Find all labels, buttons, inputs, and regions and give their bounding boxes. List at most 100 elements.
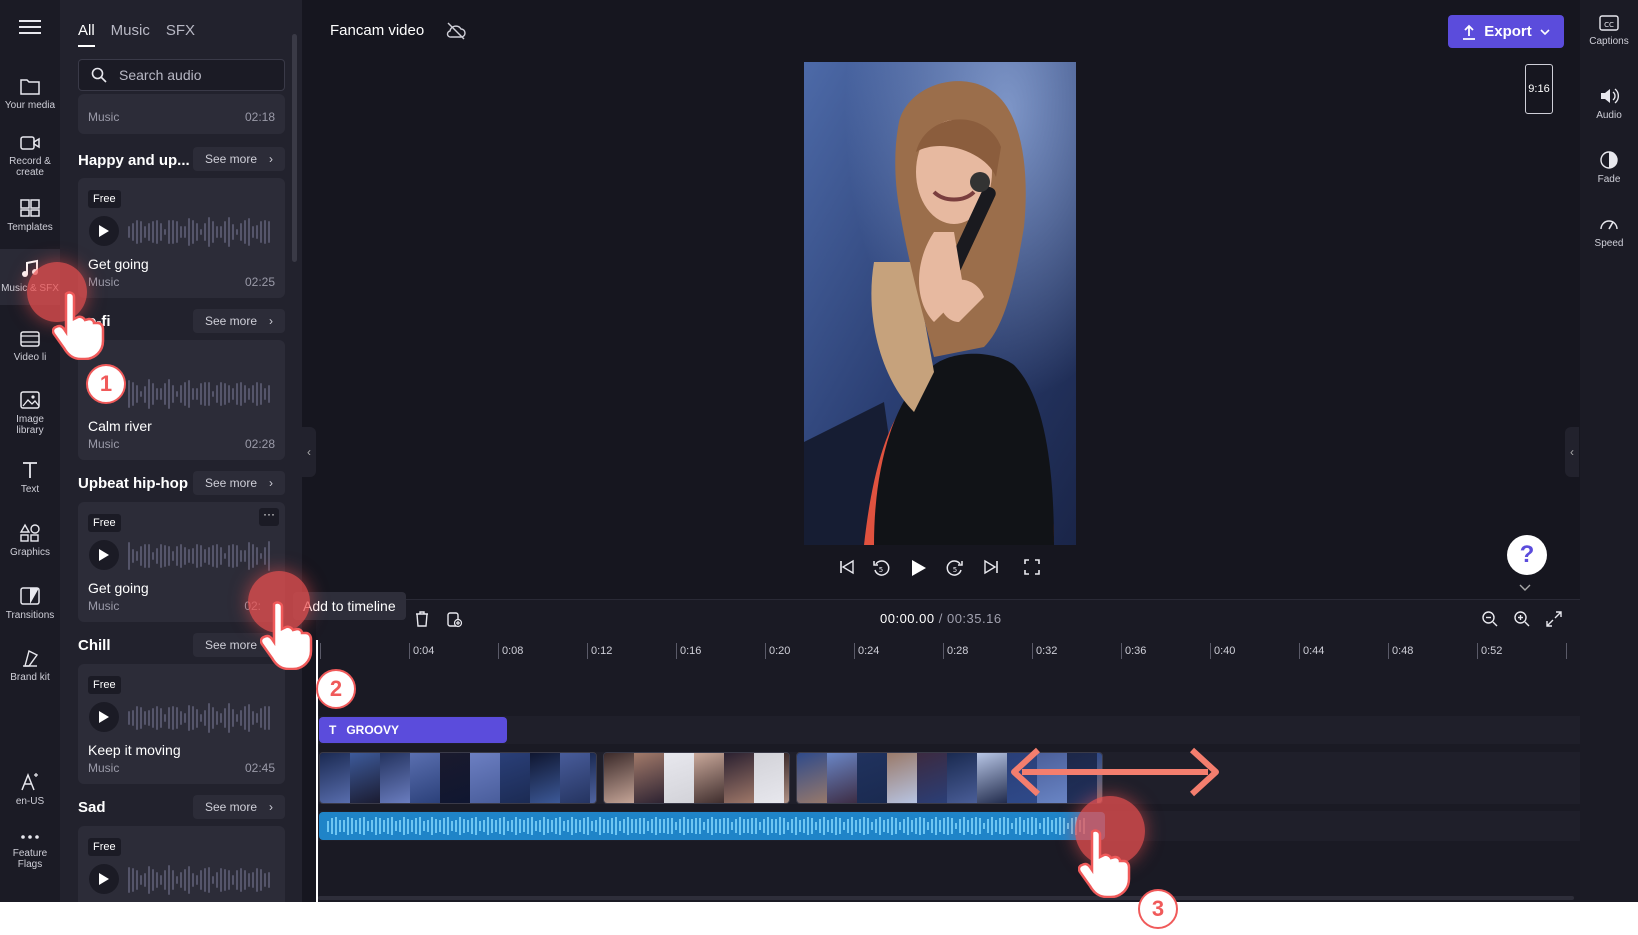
audio-waveform-bar	[887, 818, 889, 834]
forward-5-icon[interactable]: 5	[945, 558, 965, 578]
play-button[interactable]	[89, 216, 119, 246]
svg-text:CC: CC	[1604, 21, 1614, 29]
fullscreen-icon[interactable]	[1023, 558, 1041, 576]
waveform-bar	[200, 383, 202, 405]
see-more-button[interactable]: See more ›	[193, 147, 285, 171]
help-button[interactable]: ?	[1507, 535, 1547, 575]
rail-item-image-library[interactable]: Image library	[0, 390, 60, 436]
audio-waveform-bar	[575, 818, 577, 834]
rail-item-record[interactable]: Record & create	[0, 134, 60, 178]
audio-waveform-bar	[627, 817, 629, 835]
aspect-ratio-button[interactable]: 9:16	[1525, 64, 1553, 114]
rr-item-fade[interactable]: Fade	[1580, 150, 1638, 185]
timeline-scrollbar[interactable]	[318, 896, 1574, 900]
audio-waveform-bar	[883, 819, 885, 833]
audio-waveform-bar	[971, 818, 973, 834]
chevron-down-icon[interactable]	[1518, 584, 1532, 592]
waveform-bar	[248, 542, 250, 570]
waveform-bar	[160, 544, 162, 568]
text-clip[interactable]: T GROOVY	[319, 717, 507, 743]
waveform-bar	[232, 223, 234, 241]
duplicate-icon[interactable]	[445, 610, 463, 628]
see-more-button[interactable]: See more ›	[193, 309, 285, 333]
rail-item-language[interactable]: en-US	[0, 772, 60, 807]
see-more-button[interactable]: See more ›	[193, 471, 285, 495]
audio-waveform-bar	[955, 822, 957, 830]
video-thumbnail	[917, 753, 947, 803]
play-button[interactable]	[89, 540, 119, 570]
see-more-label: See more	[205, 800, 258, 814]
video-preview[interactable]	[804, 62, 1076, 545]
play-button[interactable]	[89, 864, 119, 894]
rail-item-templates[interactable]: Templates	[0, 198, 60, 233]
waveform-bar	[188, 865, 190, 895]
video-clip[interactable]	[603, 752, 790, 804]
video-thumbnail	[694, 753, 724, 803]
track-card[interactable]: Free	[78, 826, 285, 902]
audio-clip[interactable]	[319, 812, 1105, 840]
waveform-bar	[212, 706, 214, 730]
search-input[interactable]	[119, 67, 269, 83]
rail-item-your-media[interactable]: Your media	[0, 76, 60, 111]
audio-waveform-bar	[647, 821, 649, 831]
audio-waveform-bar	[1035, 818, 1037, 834]
zoom-out-icon[interactable]	[1481, 610, 1499, 628]
rr-item-captions[interactable]: CC Captions	[1580, 14, 1638, 47]
collapse-panel-button[interactable]: ‹	[302, 427, 316, 477]
brand-icon	[23, 649, 39, 667]
skip-back-icon[interactable]	[838, 558, 856, 576]
track-card[interactable]: Free Keep it moving Music 02:45	[78, 664, 285, 784]
rail-item-feature-flags[interactable]: Feature Flags	[0, 830, 60, 870]
search-box[interactable]	[78, 59, 285, 91]
video-clip[interactable]	[319, 752, 597, 804]
rr-item-speed[interactable]: Speed	[1580, 214, 1638, 249]
skip-forward-icon[interactable]	[982, 558, 1000, 576]
audio-waveform-bar	[699, 817, 701, 835]
tab-sfx[interactable]: SFX	[166, 22, 195, 47]
rail-item-text[interactable]: Text	[0, 460, 60, 495]
delete-icon[interactable]	[413, 610, 431, 628]
panel-scrollbar[interactable]	[292, 34, 297, 262]
zoom-in-icon[interactable]	[1513, 610, 1531, 628]
project-name[interactable]: Fancam video	[330, 22, 424, 39]
audio-waveform-bar	[339, 820, 341, 832]
menu-button[interactable]	[0, 18, 60, 40]
rail-item-graphics[interactable]: Graphics	[0, 523, 60, 558]
track-title: Get going	[88, 580, 149, 596]
captions-icon: CC	[1599, 15, 1619, 31]
track-card[interactable]: Free Get going Music 02:25	[78, 178, 285, 298]
audio-waveform-bar	[419, 817, 421, 835]
audio-waveform-bar	[943, 818, 945, 834]
rail-item-brand-kit[interactable]: Brand kit	[0, 648, 60, 683]
ruler-label: 0:28	[947, 645, 969, 657]
more-options-button[interactable]: ···	[259, 508, 279, 526]
audio-waveform-bar	[1015, 818, 1017, 834]
audio-waveform-bar	[995, 820, 997, 832]
play-button[interactable]	[89, 702, 119, 732]
rewind-5-icon[interactable]: 5	[871, 558, 891, 578]
track-card[interactable]: Music 02:18	[78, 94, 285, 134]
pointer-hand-icon	[1078, 829, 1131, 898]
rr-item-audio[interactable]: Audio	[1580, 86, 1638, 121]
section-title: Happy and up...	[78, 152, 190, 169]
ruler-label: 0:16	[680, 645, 702, 657]
tab-all[interactable]: All	[78, 22, 95, 47]
see-more-label: See more	[205, 476, 258, 490]
export-button[interactable]: Export	[1448, 15, 1564, 48]
fit-timeline-icon[interactable]	[1545, 610, 1563, 628]
track-subtitle: Music	[88, 761, 120, 775]
ruler-label: 0:44	[1303, 645, 1325, 657]
tab-music[interactable]: Music	[111, 22, 150, 47]
rail-item-transitions[interactable]: Transitions	[0, 586, 60, 621]
audio-waveform-bar	[899, 822, 901, 830]
audio-waveform-bar	[447, 817, 449, 835]
see-more-button[interactable]: See more ›	[193, 795, 285, 819]
collapse-properties-button[interactable]: ‹	[1565, 427, 1579, 477]
ruler-tick	[765, 643, 766, 659]
video-thumbnail	[380, 753, 410, 803]
waveform-bar	[252, 544, 254, 568]
rail-item-video-library[interactable]: Video li	[0, 330, 60, 363]
waveform-bar	[240, 222, 242, 242]
cloud-off-icon[interactable]	[446, 22, 466, 40]
play-icon[interactable]	[908, 558, 928, 578]
